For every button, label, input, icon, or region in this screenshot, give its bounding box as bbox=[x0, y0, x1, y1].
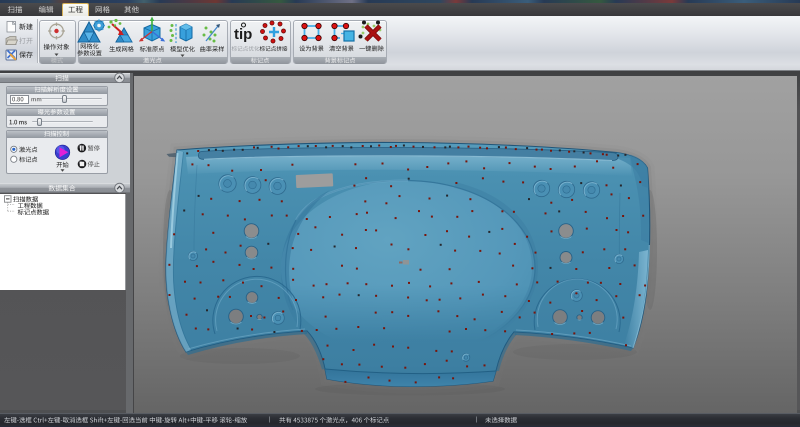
svg-text:tip: tip bbox=[234, 26, 252, 43]
